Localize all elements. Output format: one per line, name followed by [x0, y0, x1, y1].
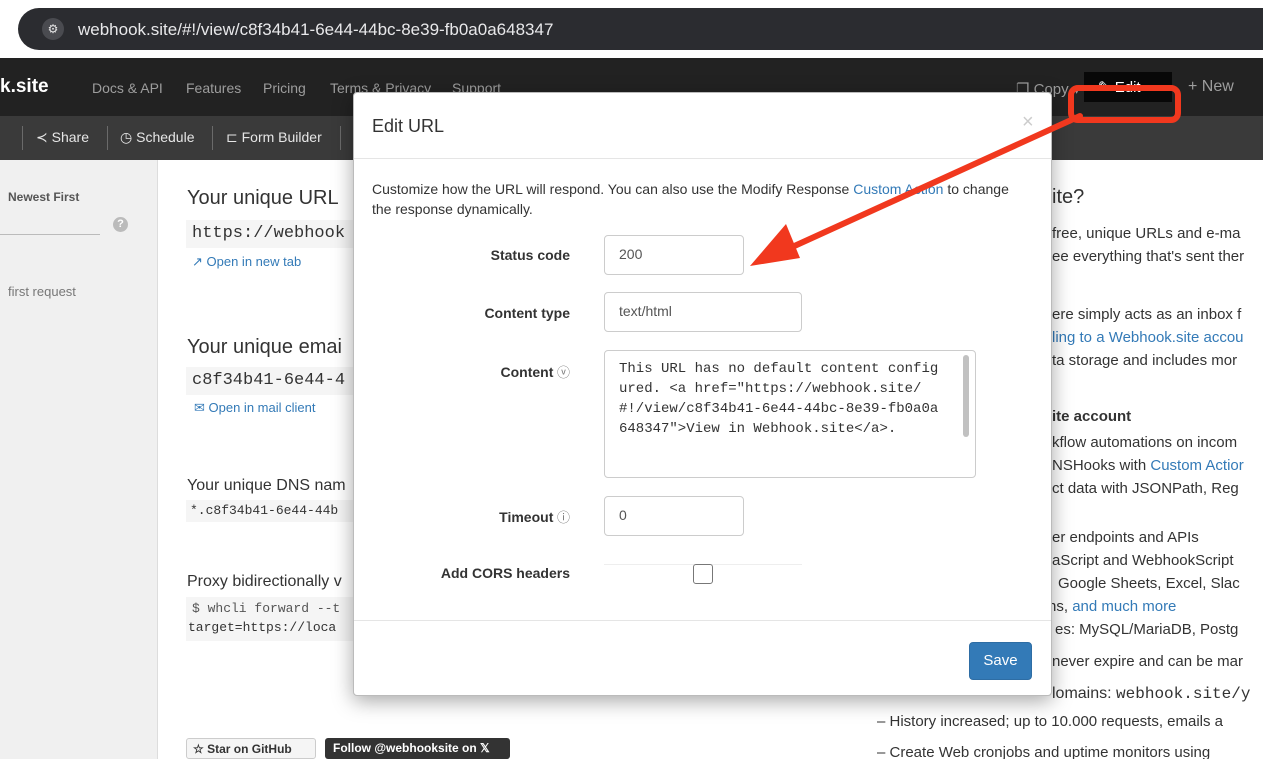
site-settings-icon[interactable]: ⚙: [42, 18, 64, 40]
edit-url-modal: Edit URL × Customize how the URL will re…: [353, 92, 1052, 696]
schedule-button[interactable]: ◷ Schedule: [120, 129, 195, 146]
open-mail-label: Open in mail client: [208, 400, 316, 415]
proxy-heading: Proxy bidirectionally v: [187, 573, 342, 590]
modal-description: Customize how the URL will respond. You …: [372, 179, 1022, 219]
unique-dns-heading: Your unique DNS nam: [187, 477, 346, 494]
url-text[interactable]: webhook.site/#!/view/c8f34b41-6e44-44bc-…: [78, 20, 553, 40]
proxy-command-line-2: target=https://loca: [188, 620, 337, 635]
custom-action-link[interactable]: Custom Action: [853, 181, 943, 197]
nav-pricing[interactable]: Pricing: [263, 80, 306, 96]
open-new-tab-link[interactable]: ↗ Open in new tab: [192, 254, 301, 270]
proxy-command-line-1: $ whcli forward --t: [192, 601, 341, 616]
content-type-input[interactable]: text/html: [604, 292, 802, 332]
right-line: ct data with JSONPath, Reg: [1052, 480, 1239, 497]
search-input-underline[interactable]: [0, 234, 100, 235]
unique-email-value[interactable]: c8f34b41-6e44-4: [192, 371, 345, 390]
browser-address-bar: ⚙ webhook.site/#!/view/c8f34b41-6e44-44b…: [0, 0, 1263, 58]
content-type-label: Content type: [484, 305, 570, 321]
much-more-link[interactable]: and much more: [1072, 598, 1176, 615]
right-line: NSHooks with Custom Actior: [1052, 457, 1244, 474]
save-button[interactable]: Save: [969, 642, 1032, 680]
form-builder-button[interactable]: ⊏ Form Builder: [226, 129, 322, 146]
url-bar[interactable]: ⚙ webhook.site/#!/view/c8f34b41-6e44-44b…: [18, 8, 1263, 50]
form-builder-label: Form Builder: [241, 129, 322, 145]
right-line: ee everything that's sent ther: [1052, 248, 1245, 265]
unique-url-value[interactable]: https://webhook: [192, 224, 345, 243]
timeout-label-text: Timeout: [499, 509, 554, 525]
right-line: aScript and WebhookScript: [1052, 552, 1234, 569]
clock-icon: ◷: [120, 129, 137, 145]
right-line: es: MySQL/MariaDB, Postg: [1055, 621, 1239, 638]
form-icon: ⊏: [226, 129, 242, 145]
custom-action-link[interactable]: Custom Actior: [1150, 457, 1243, 474]
status-code-input[interactable]: 200: [604, 235, 744, 275]
share-icon: ≺: [36, 129, 52, 145]
textarea-scrollbar[interactable]: [963, 355, 969, 437]
toolbar-divider: [340, 126, 341, 150]
right-heading: ite?: [1052, 186, 1085, 208]
timeout-label: Timeout ⓘ: [354, 507, 570, 526]
new-button[interactable]: + New: [1188, 78, 1234, 96]
unique-email-heading: Your unique emai: [187, 336, 342, 358]
open-mail-client-link[interactable]: ✉ Open in mail client: [194, 400, 315, 416]
help-icon[interactable]: ?: [113, 217, 128, 232]
right-line: kflow automations on incom: [1052, 434, 1238, 451]
right-line: ere simply acts as an inbox f: [1052, 306, 1242, 323]
modal-footer-divider: [354, 620, 1051, 621]
right-line: er endpoints and APIs: [1052, 529, 1199, 546]
nav-docs-api[interactable]: Docs & API: [92, 80, 163, 96]
unique-dns-value[interactable]: *.c8f34b41-6e44-44b: [190, 503, 338, 518]
star-github-button[interactable]: ☆ Star on GitHub: [186, 738, 316, 759]
right-line: – History increased; up to 10.000 reques…: [877, 713, 1224, 730]
unique-url-heading: Your unique URL: [187, 187, 339, 209]
schedule-label: Schedule: [136, 129, 195, 145]
follow-button[interactable]: Follow @webhooksite on 𝕏: [325, 738, 510, 759]
timeout-input[interactable]: 0: [604, 496, 744, 536]
cors-headers-label: Add CORS headers: [440, 565, 570, 581]
description-text: Customize how the URL will respond. You …: [372, 181, 854, 197]
content-label-text: Content: [500, 364, 554, 380]
info-icon[interactable]: ⓘ: [553, 510, 570, 525]
right-line-text: NSHooks with: [1052, 457, 1151, 474]
close-icon[interactable]: ×: [1022, 111, 1034, 134]
content-textarea[interactable]: This URL has no default content configur…: [604, 350, 976, 478]
mail-icon: ✉: [194, 400, 209, 415]
nav-features[interactable]: Features: [186, 80, 241, 96]
open-new-tab-label: Open in new tab: [206, 254, 302, 269]
share-label: Share: [51, 129, 89, 145]
first-request-text: first request: [8, 284, 76, 299]
star-icon: ☆: [193, 742, 208, 756]
right-line: never expire and can be mar: [1052, 653, 1243, 670]
external-link-icon: ↗: [192, 254, 207, 269]
status-code-label: Status code: [490, 247, 570, 263]
variable-info-icon[interactable]: ⓥ: [553, 365, 570, 380]
toolbar-divider: [107, 126, 108, 150]
right-line: ns, and much more: [1048, 598, 1176, 615]
request-sidebar: Newest First ? first request: [0, 160, 158, 759]
share-button[interactable]: ≺ Share: [36, 129, 89, 146]
right-line: lomains: webhook.site/y: [1052, 685, 1250, 703]
edit-highlight-box: [1068, 85, 1181, 123]
right-subheading: ite account: [1052, 408, 1132, 425]
right-line: free, unique URLs and e-ma: [1052, 225, 1241, 242]
toolbar-divider: [212, 126, 213, 150]
cors-headers-checkbox[interactable]: [693, 564, 713, 584]
brand-logo[interactable]: k.site: [0, 76, 49, 98]
modal-header-divider: [354, 158, 1051, 159]
custom-domain-text: webhook.site/y: [1116, 685, 1251, 703]
content-label: Content ⓥ: [354, 362, 570, 381]
right-line-text: lomains:: [1052, 685, 1117, 702]
modal-title: Edit URL: [372, 116, 445, 136]
right-line: – Create Web cronjobs and uptime monitor…: [877, 744, 1211, 759]
toolbar-divider: [22, 126, 23, 150]
right-line: Google Sheets, Excel, Slac: [1058, 575, 1240, 592]
sort-order-select[interactable]: Newest First: [8, 190, 79, 204]
right-line: ta storage and includes mor: [1052, 352, 1238, 369]
star-github-label: Star on GitHub: [207, 742, 292, 756]
right-link-line[interactable]: ling to a Webhook.site accou: [1052, 329, 1244, 346]
